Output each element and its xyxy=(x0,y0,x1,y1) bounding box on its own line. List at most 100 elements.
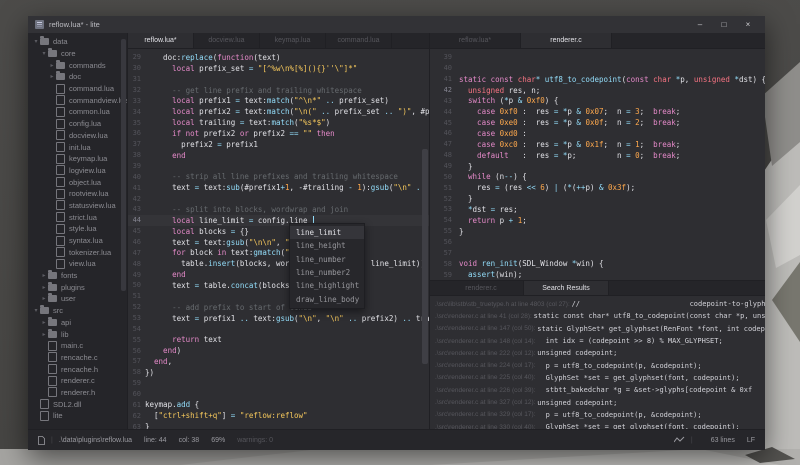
tree-item-command-lua[interactable]: command.lua xyxy=(28,83,127,95)
code-line[interactable]: 62 ["ctrl+shift+q"] = "reflow:reflow" xyxy=(128,410,429,421)
autocomplete-item-draw_line_body[interactable]: draw_line_body xyxy=(290,292,364,305)
code-line[interactable]: 40 xyxy=(430,63,765,74)
search-result-row[interactable]: .\src\renderer.c at line 148 (col 14): i… xyxy=(430,335,765,347)
code-line[interactable]: 33 local prefix1 = text:match("^\n*" .. … xyxy=(128,95,429,106)
panel-tab-renderer-c[interactable]: renderer.c xyxy=(439,281,524,295)
tree-item-init-lua[interactable]: init.lua xyxy=(28,141,127,153)
tree-item-object-lua[interactable]: object.lua xyxy=(28,176,127,188)
tree-item-rootview-lua[interactable]: rootview.lua xyxy=(28,188,127,200)
tab-keymap-lua[interactable]: keymap.lua xyxy=(260,33,326,48)
code-line[interactable]: 55 return text xyxy=(128,334,429,345)
code-line[interactable]: 63} xyxy=(128,421,429,429)
tree-item-syntax-lua[interactable]: syntax.lua xyxy=(28,235,127,247)
code-line[interactable]: 51 res = (res << 6) | (*(++p) & 0x3f); xyxy=(430,182,765,193)
autocomplete-item-line_highlight[interactable]: line_highlight xyxy=(290,279,364,292)
close-button[interactable]: × xyxy=(737,17,759,32)
tree-item-logview-lua[interactable]: logview.lua xyxy=(28,165,127,177)
code-line[interactable]: 51 xyxy=(128,291,429,302)
search-result-row[interactable]: .\src\lib\stb\stb_truetype.h at line 480… xyxy=(430,298,765,310)
code-line[interactable]: 29 doc:replace(function(text) xyxy=(128,52,429,63)
code-line[interactable]: 37 prefix2 = prefix1 xyxy=(128,139,429,150)
tree-item-strict-lua[interactable]: strict.lua xyxy=(28,211,127,223)
tree-item-keymap-lua[interactable]: keymap.lua xyxy=(28,153,127,165)
code-line[interactable]: 50 while (n--) { xyxy=(430,171,765,182)
tab-command-lua[interactable]: command.lua xyxy=(326,33,392,48)
code-line[interactable]: 32 -- get line prefix and trailing white… xyxy=(128,85,429,96)
tree-scrollbar[interactable] xyxy=(121,39,126,291)
code-line[interactable]: 57 end, xyxy=(128,356,429,367)
code-line[interactable]: 31 xyxy=(128,74,429,85)
tree-item-doc[interactable]: ▸ doc xyxy=(28,71,127,83)
code-line[interactable]: 54 xyxy=(128,323,429,334)
search-result-row[interactable]: .\src\renderer.c at line 225 (col 40): G… xyxy=(430,372,765,384)
tree-item-plugins[interactable]: ▸ plugins xyxy=(28,281,127,293)
search-result-row[interactable]: .\src\renderer.c at line 224 (col 17): p… xyxy=(430,359,765,371)
code-line[interactable]: 46 text = text:gsub("\n\n", "\0") xyxy=(128,237,429,248)
code-line[interactable]: 39 xyxy=(128,161,429,172)
tab-renderer-c[interactable]: renderer.c xyxy=(521,33,612,48)
tree-item-view-lua[interactable]: view.lua xyxy=(28,258,127,270)
code-line[interactable]: 46 case 0xd0 : xyxy=(430,128,765,139)
code-line[interactable]: 49 end xyxy=(128,269,429,280)
tree-item-user[interactable]: ▸ user xyxy=(28,293,127,305)
autocomplete-item-line_height[interactable]: line_height xyxy=(290,239,364,252)
code-line[interactable]: 58}) xyxy=(128,367,429,378)
tree-item-data[interactable]: ▾ data xyxy=(28,36,127,48)
search-result-row[interactable]: .\src\renderer.c at line 41 (col 28): st… xyxy=(430,310,765,322)
code-line[interactable]: 41 text = text:sub(#prefix1+1, -#trailin… xyxy=(128,182,429,193)
code-line[interactable]: 56 end) xyxy=(128,345,429,356)
tree-item-config-lua[interactable]: config.lua xyxy=(28,118,127,130)
tree-item-style-lua[interactable]: style.lua xyxy=(28,223,127,235)
code-line[interactable]: 42 unsigned res, n; xyxy=(430,85,765,96)
code-line[interactable]: 34 local prefix2 = text:match("\n(" .. p… xyxy=(128,106,429,117)
tree-item-sdl2-dll[interactable]: SDL2.dll xyxy=(28,398,127,410)
editor-renderer-c[interactable]: 39 40 41 static const char* utf8_to_codepoi… xyxy=(430,49,765,280)
tree-item-fonts[interactable]: ▸ fonts xyxy=(28,270,127,282)
tree-item-api[interactable]: ▸ api xyxy=(28,316,127,329)
tree-item-lite[interactable]: lite xyxy=(28,410,127,422)
code-line[interactable]: 36 if not prefix2 or prefix2 == "" then xyxy=(128,128,429,139)
code-line[interactable]: 45 local blocks = {} xyxy=(128,226,429,237)
tree-item-common-lua[interactable]: common.lua xyxy=(28,106,127,118)
code-line[interactable]: 39 xyxy=(430,52,765,63)
code-line[interactable]: 52 } xyxy=(430,193,765,204)
code-line[interactable]: 41 static const char* utf8_to_codepoint(c… xyxy=(430,74,765,85)
autocomplete-item-line_number2[interactable]: line_number2 xyxy=(290,266,364,279)
titlebar[interactable]: reflow.lua* - lite – □ × xyxy=(28,16,765,33)
search-result-row[interactable]: .\src\renderer.c at line 329 (col 17): p… xyxy=(430,409,765,421)
search-result-row[interactable]: .\src\renderer.c at line 147 (col 50): s… xyxy=(430,323,765,335)
code-line[interactable]: 48 default : res = *p; n = 0; break; xyxy=(430,150,765,161)
code-line[interactable]: 42 xyxy=(128,193,429,204)
tab-reflow-lua-[interactable]: reflow.lua* xyxy=(430,33,521,48)
code-line[interactable]: 47 case 0xc0 : res = *p & 0x1f; n = 1; b… xyxy=(430,139,765,150)
tab-reflow-lua-[interactable]: reflow.lua* xyxy=(128,33,194,48)
code-line[interactable]: 53 *dst = res; xyxy=(430,204,765,215)
code-line[interactable]: 58 void ren_init(SDL_Window *win) { xyxy=(430,258,765,269)
code-line[interactable]: 59 xyxy=(128,378,429,389)
editor-scrollbar[interactable] xyxy=(422,149,428,364)
tree-item-commandview-lua[interactable]: commandview.lua xyxy=(28,94,127,106)
code-line[interactable]: 60 xyxy=(128,389,429,400)
code-line[interactable]: 44 local line_limit = config.line_ xyxy=(128,214,429,226)
search-result-row[interactable]: .\src\renderer.c at line 222 (col 12): u… xyxy=(430,347,765,359)
search-result-row[interactable]: .\src\renderer.c at line 226 (col 39): s… xyxy=(430,384,765,396)
code-line[interactable]: 43 switch (*p & 0xf0) { xyxy=(430,95,765,106)
autocomplete-item-line_limit[interactable]: line_limit xyxy=(290,226,364,240)
code-line[interactable]: 56 xyxy=(430,237,765,248)
code-line[interactable]: 50 text = table.concat(blocks, "\n\n") xyxy=(128,280,429,291)
code-line[interactable]: 52 -- add prefix to start of lines xyxy=(128,302,429,313)
tree-item-rencache-h[interactable]: rencache.h xyxy=(28,363,127,375)
code-line[interactable]: 45 case 0xe0 : res = *p & 0x0f; n = 2; b… xyxy=(430,117,765,128)
code-line[interactable]: 40 -- strip all line prefixes and traili… xyxy=(128,171,429,182)
code-line[interactable]: 30 local prefix_set = "[^%w\n%[%](){}''\… xyxy=(128,63,429,74)
autocomplete-item-line_number[interactable]: line_number xyxy=(290,253,364,266)
maximize-button[interactable]: □ xyxy=(713,17,735,32)
code-line[interactable]: 38 end xyxy=(128,150,429,161)
search-result-row[interactable]: .\src\renderer.c at line 327 (col 12): u… xyxy=(430,396,765,408)
minimize-button[interactable]: – xyxy=(689,17,711,32)
tree-item-docview-lua[interactable]: docview.lua xyxy=(28,130,127,142)
code-line[interactable]: 54 return p + 1; xyxy=(430,215,765,226)
code-line[interactable]: 49 } xyxy=(430,161,765,172)
code-line[interactable]: 55} xyxy=(430,226,765,237)
tree-item-tokenizer-lua[interactable]: tokenizer.lua xyxy=(28,246,127,258)
